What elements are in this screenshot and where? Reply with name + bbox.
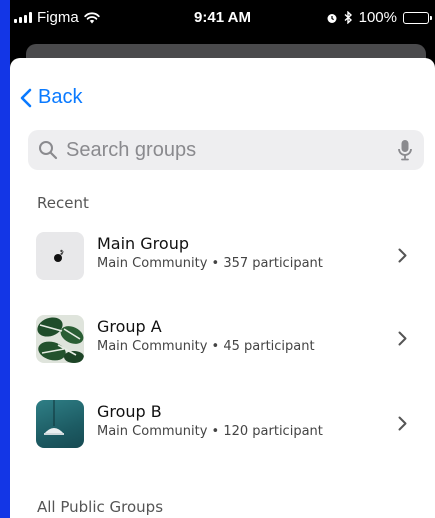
bird-image [54, 249, 64, 262]
phone-screen: Figma 9:41 AM 100% Back Search groups Re… [10, 0, 435, 518]
group-thumbnail [36, 232, 84, 280]
pendant-lamp-image [44, 400, 64, 435]
list-item[interactable]: Group B Main Community • 120 participant [10, 400, 435, 470]
group-name: Main Group [97, 234, 189, 253]
search-input[interactable] [64, 137, 398, 163]
search-icon [39, 141, 58, 160]
group-subtitle: Main Community • 120 participant [97, 424, 323, 439]
chevron-right-icon [398, 416, 407, 431]
group-subtitle: Main Community • 357 participant [97, 256, 323, 271]
microphone-icon[interactable] [398, 139, 412, 161]
battery-icon [403, 11, 432, 24]
list-item[interactable]: Main Group Main Community • 357 particip… [10, 232, 435, 302]
group-subtitle: Main Community • 45 participant [97, 339, 315, 354]
group-name: Group A [97, 317, 162, 336]
group-thumbnail [36, 315, 84, 363]
back-label: Back [38, 86, 83, 108]
search-bar[interactable] [28, 130, 424, 170]
back-button[interactable]: Back [20, 86, 82, 109]
status-right: 100% [326, 9, 432, 26]
battery-percent: 100% [358, 9, 397, 26]
chevron-right-icon [398, 331, 407, 346]
bluetooth-icon [344, 11, 352, 24]
group-thumbnail [36, 400, 84, 448]
group-picker-sheet: Back Recent Main [10, 58, 435, 518]
status-bar: Figma 9:41 AM 100% [10, 0, 435, 40]
monstera-leaves-image [37, 317, 84, 363]
recent-section-heading: Recent [37, 194, 89, 212]
chevron-left-icon [20, 88, 32, 107]
alarm-icon [327, 13, 337, 23]
chevron-right-icon [398, 248, 407, 263]
group-name: Group B [97, 402, 162, 421]
all-public-groups-heading: All Public Groups [37, 498, 164, 516]
list-item[interactable]: Group A Main Community • 45 participant [10, 315, 435, 385]
